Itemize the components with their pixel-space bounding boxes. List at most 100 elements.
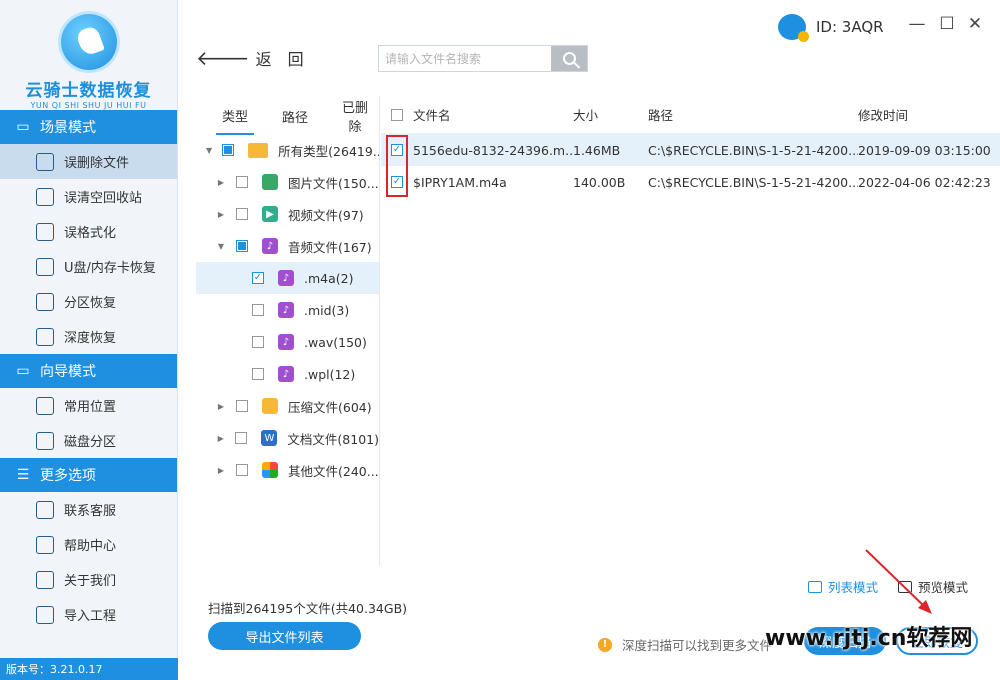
file-list-panel: 文件名 大小 路径 修改时间 ✓ 5156edu-8132-24396.m... 1… [381, 96, 1000, 566]
view-mode-switch: 列表模式 预览模式 [808, 577, 988, 596]
sidebar-item[interactable]: 联系客服 [0, 492, 177, 527]
column-path[interactable]: 路径 [648, 105, 858, 124]
file-modified-time: 2019-09-09 03:15:00 [858, 142, 991, 158]
sidebar-item[interactable]: 帮助中心 [0, 527, 177, 562]
other-files-icon [262, 462, 278, 478]
back-button[interactable]: 🡐 返 回 [196, 46, 304, 70]
search-input[interactable] [379, 46, 551, 71]
expand-caret-icon[interactable]: ▼ [216, 242, 226, 251]
tree-item-label: .wpl(12) [304, 366, 356, 382]
scan-summary: 扫描到264195个文件(共40.34GB) [208, 601, 408, 616]
file-modified-time: 2022-04-06 02:42:23 [858, 174, 991, 190]
search-box [378, 45, 588, 72]
tree-item[interactable]: ▶ 图片文件(150... [196, 166, 379, 198]
partition-icon [36, 292, 54, 311]
tree-item[interactable]: ♪ .wav(150) [196, 326, 379, 358]
column-size[interactable]: 大小 [573, 105, 648, 124]
warning-icon: ! [598, 637, 612, 652]
user-id[interactable]: ID: 3AQR [778, 14, 884, 42]
tab-type[interactable]: 类型 [216, 96, 254, 135]
sidebar-nav: ▭ 场景模式 误删除文件 误清空回收站 误格式化 U盘/内存卡恢复 分区恢复 深度恢复 ▭ 向导模… [0, 110, 177, 632]
file-row[interactable]: ✓ 5156edu-8132-24396.m... 1.46MB C:\$RECYCL… [381, 134, 1000, 166]
tree-item[interactable]: ▶ 其他文件(240... [196, 454, 379, 486]
common-location-icon [36, 396, 54, 415]
expand-caret-icon[interactable]: ▶ [216, 210, 226, 219]
tree-checkbox[interactable] [252, 304, 264, 316]
expand-caret-icon[interactable]: ▶ [216, 434, 225, 443]
deep-recover-icon [36, 327, 54, 346]
app-logo: 云骑士数据恢复 YUN QI SHI SHU JU HUI FU [0, 0, 177, 110]
expand-caret-icon[interactable]: ▶ [216, 178, 226, 187]
column-time[interactable]: 修改时间 [858, 105, 1000, 124]
tree-checkbox[interactable] [236, 464, 248, 476]
tab-path[interactable]: 路径 [276, 97, 314, 134]
sidebar-item[interactable]: 深度恢复 [0, 319, 177, 354]
sidebar-item[interactable]: 误格式化 [0, 214, 177, 249]
tree-checkbox[interactable] [222, 144, 235, 156]
file-checkbox[interactable]: ✓ [391, 176, 403, 188]
tree-checkbox[interactable] [236, 176, 248, 188]
tree-checkbox[interactable] [236, 240, 248, 252]
tree-checkbox[interactable] [252, 368, 264, 380]
audio-icon: ♪ [278, 366, 294, 382]
file-name: 5156edu-8132-24396.m... [413, 142, 573, 158]
user-id-label: ID: 3AQR [816, 18, 884, 36]
tree-item[interactable]: ▶ 压缩文件(604) [196, 390, 379, 422]
list-view-icon [808, 580, 822, 593]
help-icon [36, 535, 54, 554]
audio-icon: ♪ [278, 302, 294, 318]
sidebar-item[interactable]: 误清空回收站 [0, 179, 177, 214]
expand-caret-icon[interactable]: ▼ [206, 146, 212, 155]
vip-avatar-icon [778, 14, 809, 42]
sidebar-item[interactable]: 磁盘分区 [0, 423, 177, 458]
tree-checkbox[interactable]: ✓ [252, 272, 264, 284]
tree-item-label: 其他文件(240... [288, 463, 379, 479]
sidebar-item[interactable]: 关于我们 [0, 562, 177, 597]
video-icon: ▶ [262, 206, 278, 222]
sidebar-item[interactable]: 导入工程 [0, 597, 177, 632]
file-list-header: 文件名 大小 路径 修改时间 [381, 96, 1000, 134]
tree-item[interactable]: ✓ ♪ .m4a(2) [196, 262, 379, 294]
tree-item[interactable]: ▶ ▶ 视频文件(97) [196, 198, 379, 230]
expand-caret-icon[interactable]: ▶ [216, 466, 226, 475]
close-button[interactable]: ✕ [964, 14, 986, 34]
file-row[interactable]: ✓ $IPRY1AM.m4a 140.00B C:\$RECYCLE.BIN\S-1-… [381, 166, 1000, 198]
menu-icon: ☰ [16, 467, 30, 483]
back-arrow-icon: 🡐 [196, 46, 250, 70]
sidebar-item[interactable]: U盘/内存卡恢复 [0, 249, 177, 284]
export-list-button[interactable]: 导出文件列表 [208, 622, 361, 650]
format-icon [36, 222, 54, 241]
sidebar-item-label: 分区恢复 [64, 296, 117, 311]
sidebar-item[interactable]: 误删除文件 [0, 144, 177, 179]
sidebar-item-label: 误删除文件 [64, 156, 130, 171]
tree-item-label: 音频文件(167) [288, 239, 372, 255]
column-name[interactable]: 文件名 [413, 105, 573, 124]
tree-item[interactable]: ♪ .wpl(12) [196, 358, 379, 390]
preview-mode-button[interactable]: 预览模式 [898, 577, 968, 596]
tree-item[interactable]: ▶ W 文档文件(8101) [196, 422, 379, 454]
tree-checkbox[interactable] [236, 208, 248, 220]
deleted-file-icon [36, 152, 54, 171]
sidebar-item[interactable]: 分区恢复 [0, 284, 177, 319]
tree-checkbox[interactable] [235, 432, 248, 444]
image-icon [262, 174, 278, 190]
select-all-checkbox[interactable] [391, 108, 403, 121]
file-checkbox[interactable]: ✓ [391, 144, 403, 156]
tree-item-label: 图片文件(150... [288, 175, 379, 191]
tree-item[interactable]: ♪ .mid(3) [196, 294, 379, 326]
maximize-button[interactable]: ☐ [936, 14, 958, 34]
tree-item[interactable]: ▼ ♪ 音频文件(167) [196, 230, 379, 262]
tree-tabs: 类型 路径 已删除 [196, 96, 379, 135]
expand-caret-icon[interactable]: ▶ [216, 402, 226, 411]
tree-checkbox[interactable] [252, 336, 264, 348]
sidebar-item[interactable]: 常用位置 [0, 388, 177, 423]
section-title: 场景模式 [40, 120, 96, 136]
tree-item-label: .m4a(2) [304, 270, 354, 286]
tree-checkbox[interactable] [236, 400, 248, 412]
tab-deleted[interactable]: 已删除 [336, 87, 374, 143]
list-mode-button[interactable]: 列表模式 [808, 577, 878, 596]
sidebar-item-label: 导入工程 [64, 609, 117, 624]
search-button[interactable] [551, 46, 587, 71]
version-label: 版本号：3.21.0.17 [0, 658, 178, 680]
minimize-button[interactable]: — [906, 14, 928, 34]
